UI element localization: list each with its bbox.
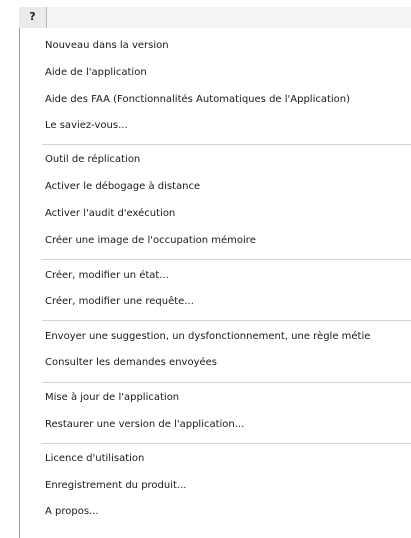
menu-item-image-memoire[interactable]: Créer une image de l'occupation mémoire	[45, 230, 411, 252]
menu-item-aide-application[interactable]: Aide de l'application	[45, 62, 411, 84]
menu-item-label: Envoyer une suggestion, un dysfonctionne…	[45, 331, 371, 342]
menu-separator	[42, 259, 411, 260]
menu-item-label: Créer, modifier un état...	[45, 270, 169, 281]
menu-item-label: Restaurer une version de l'application..…	[45, 419, 245, 430]
menu-item-label: Nouveau dans la version	[45, 40, 169, 51]
menu-item-label: Outil de réplication	[45, 154, 141, 165]
menu-item-mise-a-jour[interactable]: Mise à jour de l'application	[45, 387, 411, 409]
menu-item-licence[interactable]: Licence d'utilisation	[45, 448, 411, 470]
menu-item-label: Le saviez-vous...	[45, 120, 128, 131]
menu-item-label: A propos...	[45, 506, 99, 517]
menu-bar: ?	[19, 7, 411, 29]
menu-item-label: Mise à jour de l'application	[45, 392, 180, 403]
help-dropdown-menu: Nouveau dans la version Aide de l'applic…	[19, 28, 411, 538]
menu-item-envoyer-suggestion[interactable]: Envoyer une suggestion, un dysfonctionne…	[45, 326, 411, 348]
menu-item-a-propos[interactable]: A propos...	[45, 501, 411, 523]
menu-item-nouveau-version[interactable]: Nouveau dans la version	[45, 35, 411, 57]
menu-item-label: Aide des FAA (Fonctionnalités Automatiqu…	[45, 94, 351, 105]
menu-item-creer-requete[interactable]: Créer, modifier une requête...	[45, 291, 411, 313]
menu-separator	[42, 382, 411, 383]
menu-separator	[42, 144, 411, 145]
menu-item-enregistrement[interactable]: Enregistrement du produit...	[45, 475, 411, 497]
help-menu-button[interactable]: ?	[19, 7, 47, 28]
menu-item-label: Licence d'utilisation	[45, 453, 145, 464]
menu-item-label: Enregistrement du produit...	[45, 480, 187, 491]
menu-item-debogage-distance[interactable]: Activer le débogage à distance	[45, 176, 411, 198]
menu-item-label: Aide de l'application	[45, 67, 147, 78]
menu-item-aide-faa[interactable]: Aide des FAA (Fonctionnalités Automatiqu…	[45, 89, 411, 111]
menu-separator	[42, 443, 411, 444]
menu-item-outil-replication[interactable]: Outil de réplication	[45, 149, 411, 171]
menu-item-label: Consulter les demandes envoyées	[45, 357, 218, 368]
menu-item-creer-etat[interactable]: Créer, modifier un état...	[45, 265, 411, 287]
menu-item-label: Activer l'audit d'exécution	[45, 208, 176, 219]
menu-item-label: Créer, modifier une requête...	[45, 296, 194, 307]
menu-item-consulter-demandes[interactable]: Consulter les demandes envoyées	[45, 352, 411, 374]
menu-icon-gutter	[20, 28, 44, 538]
menu-item-audit-execution[interactable]: Activer l'audit d'exécution	[45, 203, 411, 225]
menu-separator	[42, 320, 411, 321]
menu-item-label: Créer une image de l'occupation mémoire	[45, 235, 256, 246]
menu-item-restaurer-version[interactable]: Restaurer une version de l'application..…	[45, 414, 411, 436]
menu-item-label: Activer le débogage à distance	[45, 181, 201, 192]
menu-item-le-saviez-vous[interactable]: Le saviez-vous...	[45, 115, 411, 137]
